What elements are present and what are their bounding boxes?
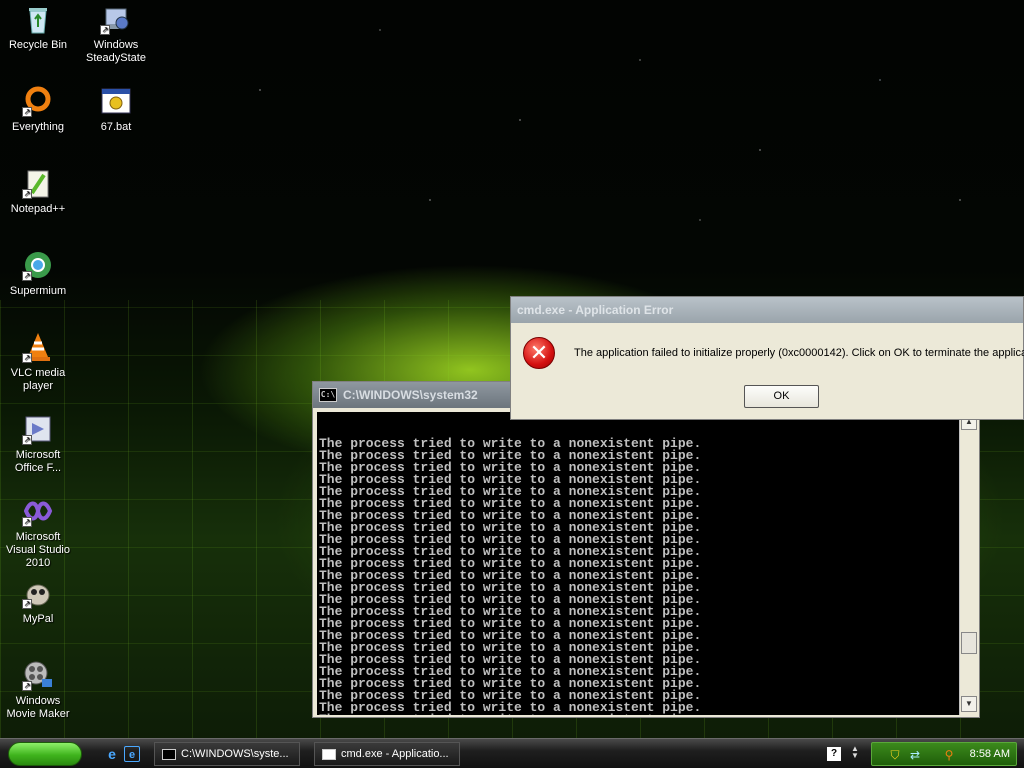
internet-explorer-icon[interactable]: e — [104, 746, 120, 762]
error-dialog[interactable]: cmd.exe - Application Error ✕ The applic… — [510, 296, 1024, 420]
cmd-title-text: C:\WINDOWS\system32 — [343, 388, 478, 402]
desktop-icon-visual-studio[interactable]: ↗ Microsoft Visual Studio 2010 — [0, 495, 76, 570]
scroll-down-button[interactable]: ▼ — [961, 696, 977, 712]
desktop-icon-67-bat[interactable]: 67.bat — [78, 85, 154, 134]
system-tray: ⛉ ⇄ ⚲ 8:58 AM — [871, 742, 1017, 766]
desktop-icon-mypal[interactable]: ↗ MyPal — [0, 577, 76, 626]
dialog-message: The application failed to initialize pro… — [574, 347, 1024, 359]
icon-label: Supermium — [9, 285, 67, 297]
icon-label: VLC media player — [10, 367, 66, 392]
console-output[interactable]: The process tried to write to a nonexist… — [317, 412, 959, 715]
desktop-icon-everything[interactable]: ↗ Everything — [0, 85, 76, 134]
visual-studio-icon: ↗ — [22, 495, 54, 527]
console-line: The process tried to write to a nonexist… — [319, 713, 957, 715]
ie-shortcut-icon[interactable]: e — [124, 746, 140, 762]
task-label: cmd.exe - Applicatio... — [341, 748, 449, 760]
movie-maker-icon: ↗ — [22, 659, 54, 691]
icon-label: Recycle Bin — [8, 39, 68, 51]
dialog-titlebar[interactable]: cmd.exe - Application Error — [511, 297, 1023, 323]
steadystate-icon: ↗ — [100, 3, 132, 35]
icon-label: Windows SteadyState — [86, 39, 146, 64]
taskbar-item-error-dialog[interactable]: cmd.exe - Applicatio... — [314, 742, 460, 766]
desktop-icon-notepad-plus-plus[interactable]: ↗ Notepad++ — [0, 167, 76, 216]
error-icon: ✕ — [523, 337, 555, 369]
console-lines: The process tried to write to a nonexist… — [319, 437, 957, 715]
cmd-window[interactable]: C:\ C:\WINDOWS\system32 The process trie… — [312, 381, 980, 718]
mypal-icon: ↗ — [22, 577, 54, 609]
tray-expand-icon[interactable]: ▲ ▼ — [848, 745, 862, 760]
desktop-icon-recycle-bin[interactable]: Recycle Bin — [0, 3, 76, 52]
recycle-bin-icon — [22, 3, 54, 35]
desktop-icon-steadystate[interactable]: ↗ Windows SteadyState — [78, 3, 154, 65]
icon-label: Microsoft Visual Studio 2010 — [5, 531, 70, 569]
clock: 8:58 AM — [969, 748, 1010, 760]
everything-search-icon: ↗ — [22, 85, 54, 117]
console-scrollbar[interactable]: ▲ ▼ — [959, 412, 978, 715]
office-icon: ↗ — [22, 413, 54, 445]
icon-label: 67.bat — [100, 121, 132, 133]
taskbar-item-cmd-window[interactable]: C:\WINDOWS\syste... — [154, 742, 300, 766]
arrows-icon[interactable]: ⇄ — [908, 748, 922, 762]
batch-file-icon — [100, 85, 132, 117]
desktop-icon-supermium[interactable]: ↗ Supermium — [0, 249, 76, 298]
start-button[interactable] — [8, 742, 82, 766]
desktop-icon-movie-maker[interactable]: ↗ Windows Movie Maker — [0, 659, 76, 721]
search-icon[interactable]: ⚲ — [942, 748, 956, 762]
help-icon[interactable]: ? — [827, 747, 841, 761]
desktop-icon-vlc[interactable]: ↗ VLC media player — [0, 331, 76, 393]
window-icon — [322, 749, 336, 760]
notepad-plus-plus-icon: ↗ — [22, 167, 54, 199]
taskbar: e e C:\WINDOWS\syste... cmd.exe - Applic… — [0, 738, 1024, 768]
icon-label: MyPal — [22, 613, 54, 625]
icon-label: Microsoft Office F... — [14, 449, 62, 474]
security-shield-icon[interactable]: ⛉ — [888, 748, 902, 762]
vlc-cone-icon: ↗ — [22, 331, 54, 363]
console-icon — [162, 749, 176, 760]
dialog-title-text: cmd.exe - Application Error — [517, 303, 674, 317]
browser-icon: ↗ — [22, 249, 54, 281]
icon-label: Windows Movie Maker — [6, 695, 70, 720]
console-icon: C:\ — [319, 388, 337, 402]
icon-label: Notepad++ — [10, 203, 66, 215]
ok-button[interactable]: OK — [744, 385, 819, 408]
scroll-thumb[interactable] — [961, 632, 977, 654]
desktop-icon-office[interactable]: ↗ Microsoft Office F... — [0, 413, 76, 475]
dialog-body: ✕ The application failed to initialize p… — [511, 323, 1024, 419]
icon-label: Everything — [12, 121, 64, 133]
task-label: C:\WINDOWS\syste... — [181, 748, 289, 760]
